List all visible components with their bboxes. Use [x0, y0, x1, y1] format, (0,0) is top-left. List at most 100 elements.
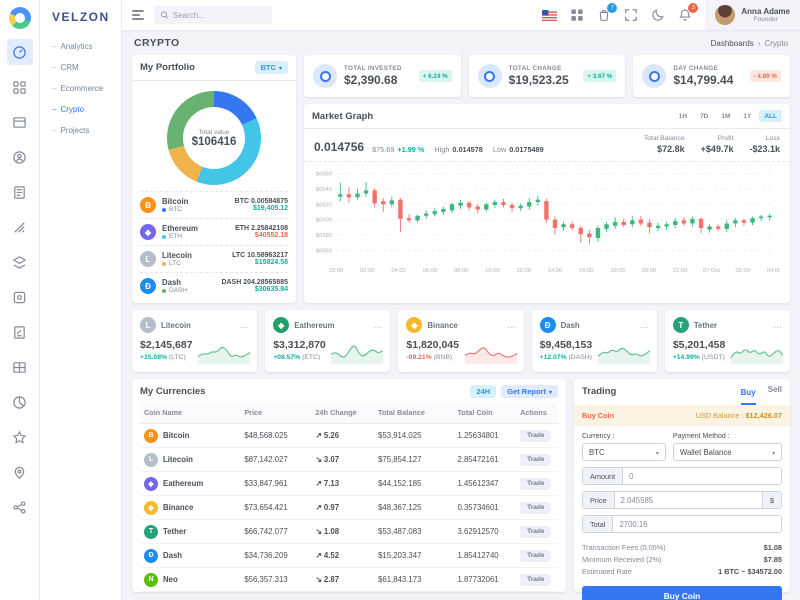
rail-item-maps[interactable] [7, 459, 33, 485]
trade-button[interactable]: Trade [520, 477, 552, 490]
svg-text:$6660: $6660 [316, 172, 332, 178]
ethereum-icon: ◆ [140, 224, 156, 240]
fullscreen-button[interactable] [624, 8, 638, 22]
rail-item-widgets[interactable] [7, 284, 33, 310]
rail-item-base-ui[interactable] [7, 249, 33, 275]
currency-select[interactable]: BTC [582, 443, 666, 461]
rail-item-landing[interactable] [7, 214, 33, 240]
cart-button[interactable]: 7 [597, 3, 618, 22]
trade-button[interactable]: Trade [520, 501, 552, 514]
tab-buy[interactable]: Buy [740, 385, 756, 405]
range-1h-button[interactable]: 1H [674, 110, 692, 122]
svg-text:$6600: $6600 [316, 218, 332, 224]
dark-mode-button[interactable] [651, 8, 665, 22]
list-item-dash[interactable]: Đ Dash DASH DASH 204.28565885 $30635.84 [140, 272, 288, 299]
amount-input[interactable] [623, 468, 781, 484]
trade-button[interactable]: Trade [520, 453, 552, 466]
trend-arrow-icon [315, 455, 324, 464]
topbar: 7 3 Anna Adame Founder [122, 0, 800, 30]
trade-button[interactable]: Trade [520, 573, 552, 586]
rail-item-layouts[interactable] [7, 109, 33, 135]
range-all-button[interactable]: ALL [759, 110, 782, 122]
rail-item-multilevel[interactable] [7, 494, 33, 520]
portfolio-currency-select[interactable]: BTC [254, 61, 288, 74]
rail-item-charts[interactable] [7, 389, 33, 415]
svg-text:$6620: $6620 [316, 202, 332, 208]
price-input[interactable] [614, 492, 762, 508]
svg-text:14:00: 14:00 [548, 268, 563, 274]
brand-logo[interactable]: VELZON [44, 6, 117, 36]
rail-item-forms[interactable] [7, 319, 33, 345]
rail-item-dashboards[interactable] [6, 39, 33, 65]
tab-sell[interactable]: Sell [768, 385, 782, 398]
more-menu-icon[interactable] [773, 318, 782, 333]
chevron-down-icon [549, 387, 552, 396]
more-menu-icon[interactable] [640, 318, 649, 333]
payment-method-select[interactable]: Wallet Balance [672, 443, 782, 461]
range-1y-button[interactable]: 1Y [738, 110, 756, 122]
rail-item-apps[interactable] [7, 74, 33, 100]
form-icon [14, 325, 25, 339]
market-price: 0.014756 [314, 140, 365, 154]
col-coin-name: Coin Name [140, 402, 241, 424]
low-value: 0.0175489 [509, 145, 544, 154]
hamburger-menu-icon[interactable] [132, 10, 144, 20]
trade-button[interactable]: Trade [520, 549, 552, 562]
low-label: Low [492, 145, 507, 154]
language-flag-button[interactable] [542, 9, 558, 21]
summary-value: $14,799.44 [673, 73, 734, 87]
rail-item-icons[interactable] [7, 424, 33, 450]
sidebar-item-analytics[interactable]: Analytics [44, 36, 117, 57]
web-apps-button[interactable] [570, 8, 584, 22]
more-menu-icon[interactable] [373, 318, 382, 333]
list-item-ethereum[interactable]: ◆ Ethereum ETH ETH 2.25842108 $40552.18 [140, 218, 288, 245]
svg-text:02:00: 02:00 [735, 268, 750, 274]
rail-item-authentication[interactable] [7, 144, 33, 170]
breadcrumb: Dashboards Crypto [711, 39, 788, 48]
star-icon [12, 430, 27, 444]
svg-text:04:00: 04:00 [767, 268, 780, 274]
search-input[interactable] [172, 10, 266, 20]
change-badge: + 3.67 % [583, 70, 617, 82]
coin-target-icon [313, 64, 337, 88]
breadcrumb-parent[interactable]: Dashboards [711, 39, 754, 48]
notifications-button[interactable]: 3 [678, 3, 699, 22]
col-total-balance: Total Balance [374, 402, 454, 424]
list-item-litecoin[interactable]: L Litecoin LTC LTC 10.58963217 $15824.58 [140, 245, 288, 272]
user-menu[interactable]: Anna Adame Founder [705, 0, 800, 30]
currencies-table: Coin Name Price 24h Change Total Balance… [140, 402, 558, 592]
get-report-button[interactable]: Get Report [501, 385, 558, 398]
more-menu-icon[interactable] [240, 318, 249, 333]
legend-dot-icon [162, 288, 166, 293]
total-input[interactable] [613, 516, 781, 532]
svg-text:16:00: 16:00 [579, 268, 594, 274]
range-7d-button[interactable]: 7D [695, 110, 713, 122]
page-title: CRYPTO [134, 37, 180, 49]
svg-text:$6560: $6560 [316, 248, 332, 254]
search-icon [160, 11, 169, 19]
more-menu-icon[interactable] [507, 318, 516, 333]
trade-button[interactable]: Trade [520, 429, 552, 442]
table-icon [13, 361, 26, 373]
rail-item-tables[interactable] [7, 354, 33, 380]
logo-mark-icon[interactable] [8, 7, 31, 29]
transaction-fees-row: Transaction Fees (0.05%) $1.08 [582, 542, 782, 552]
profit-label: Profit [717, 135, 734, 142]
table-row: ◆Binance $73,654.421 0.97 $48,367.125 0.… [140, 495, 558, 520]
range-24h-button[interactable]: 24H [470, 385, 497, 398]
trade-button[interactable]: Trade [520, 525, 552, 538]
list-item-bitcoin[interactable]: B Bitcoin BTC BTC 0.00584875 $19,405.12 [140, 191, 288, 218]
svg-text:18:00: 18:00 [610, 268, 625, 274]
col-24h-change: 24h Change [311, 402, 375, 424]
sidebar-item-crm[interactable]: CRM [44, 57, 117, 78]
sidebar-item-projects[interactable]: Projects [44, 120, 117, 141]
dash-icon: Đ [144, 548, 158, 563]
sidebar-item-ecommerce[interactable]: Ecommerce [44, 78, 117, 99]
total-change-card: TOTAL CHANGE $19,523.25 + 3.67 % [468, 55, 626, 97]
range-1m-button[interactable]: 1M [716, 110, 735, 122]
sidebar-item-crypto[interactable]: Crypto [44, 99, 117, 120]
buy-coin-button[interactable]: Buy Coin [582, 586, 782, 600]
svg-text:04:00: 04:00 [391, 268, 406, 274]
rail-item-pages[interactable] [7, 179, 33, 205]
share-nodes-icon [13, 500, 26, 514]
